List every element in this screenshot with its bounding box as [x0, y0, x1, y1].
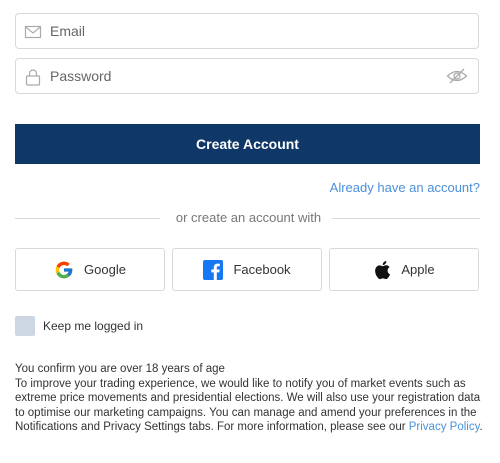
legal-notice: You confirm you are over 18 years of age…	[15, 362, 485, 435]
divider-line-right	[332, 218, 480, 219]
apple-logo-icon	[373, 260, 391, 280]
eye-off-icon[interactable]	[446, 67, 468, 85]
apple-label: Apple	[401, 262, 435, 277]
notice-end: .	[479, 421, 483, 433]
social-divider: or create an account with	[15, 210, 480, 225]
already-have-account-link[interactable]: Already have an account?	[330, 180, 480, 195]
marketing-notice-text: To improve your trading experience, we w…	[15, 377, 485, 435]
keep-logged-in-label[interactable]: Keep me logged in	[43, 319, 143, 333]
facebook-button[interactable]: Facebook	[172, 248, 322, 291]
google-logo-icon	[54, 260, 74, 280]
privacy-policy-link[interactable]: Privacy Policy	[409, 421, 480, 433]
facebook-logo-icon	[203, 259, 224, 280]
divider-line-left	[15, 218, 160, 219]
keep-logged-in-checkbox[interactable]	[15, 316, 35, 336]
google-label: Google	[84, 262, 126, 277]
apple-button[interactable]: Apple	[329, 248, 479, 291]
password-placeholder: Password	[50, 68, 112, 84]
age-confirmation-text: You confirm you are over 18 years of age	[15, 363, 225, 375]
google-button[interactable]: Google	[15, 248, 165, 291]
lock-icon	[24, 68, 42, 86]
email-field[interactable]: Email	[15, 13, 479, 49]
email-placeholder: Email	[50, 23, 86, 39]
keep-logged-in-row: Keep me logged in	[15, 316, 143, 336]
divider-label: or create an account with	[175, 210, 322, 225]
password-field[interactable]: Password	[15, 58, 479, 94]
envelope-icon	[24, 23, 42, 41]
create-account-button[interactable]: Create Account	[15, 124, 480, 164]
facebook-label: Facebook	[233, 262, 291, 277]
